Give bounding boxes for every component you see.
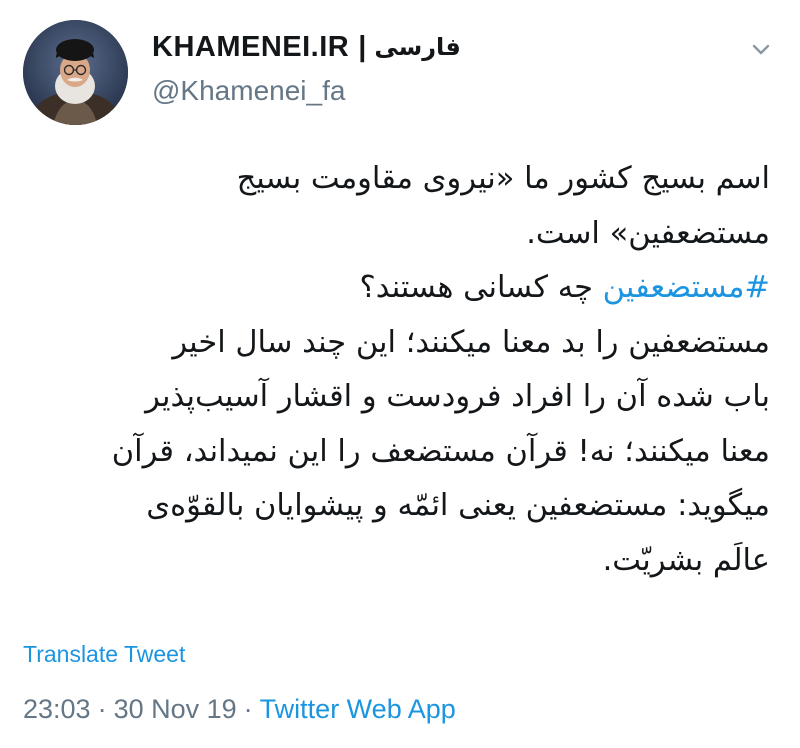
meta-dot: · [97,694,107,724]
hashtag-link[interactable]: #مستضعفین [603,270,770,305]
tweet-date[interactable]: 30 Nov 19 [114,694,237,724]
account-names: KHAMENEI.IR | فارسی @Khamenei_fa [152,27,461,107]
tweet-line: عالَم بشریّت. [602,542,770,578]
chevron-down-icon[interactable] [750,38,772,60]
tweet-meta: 23:03 · 30 Nov 19 · Twitter Web App [23,694,456,725]
translate-tweet-link[interactable]: Translate Tweet [23,641,185,668]
display-name[interactable]: KHAMENEI.IR [152,31,349,64]
hashtag-line-text: چه کسانی هستند؟ [359,270,593,305]
user-handle[interactable]: @Khamenei_fa [152,75,461,107]
tweet-line: باب شده آن را افراد فرودست و اقشار آسیب‌… [145,379,770,414]
avatar[interactable] [23,20,128,125]
tweet-header: KHAMENEI.IR | فارسی @Khamenei_fa [0,0,800,140]
tweet-line: معنا میکنند؛ نه! قرآن مستضعف را این نمید… [111,433,770,469]
tweet-text: اسم بسیج کشور ما «نیروی مقاومت بسیج مستض… [40,152,770,588]
tweet-line: مستضعفین را بد معنا میکنند؛ این چند سال … [172,324,770,360]
tweet-source-link[interactable]: Twitter Web App [260,694,456,724]
tweet-time[interactable]: 23:03 [23,694,91,724]
avatar-portrait-icon [23,20,128,125]
meta-dot: · [243,694,253,724]
tweet-line: میگوید: مستضعفین یعنی ائمّه و پیشوایان ب… [146,488,770,523]
name-separator: | [358,30,367,63]
display-name-row[interactable]: KHAMENEI.IR | فارسی [152,27,461,67]
tweet-hashtag-line: #مستضعفین چه کسانی هستند؟ [40,261,770,316]
tweet-line: مستضعفین» است. [526,215,770,251]
tweet-line: اسم بسیج کشور ما «نیروی مقاومت بسیج [236,161,770,196]
language-label: فارسی [374,33,461,61]
